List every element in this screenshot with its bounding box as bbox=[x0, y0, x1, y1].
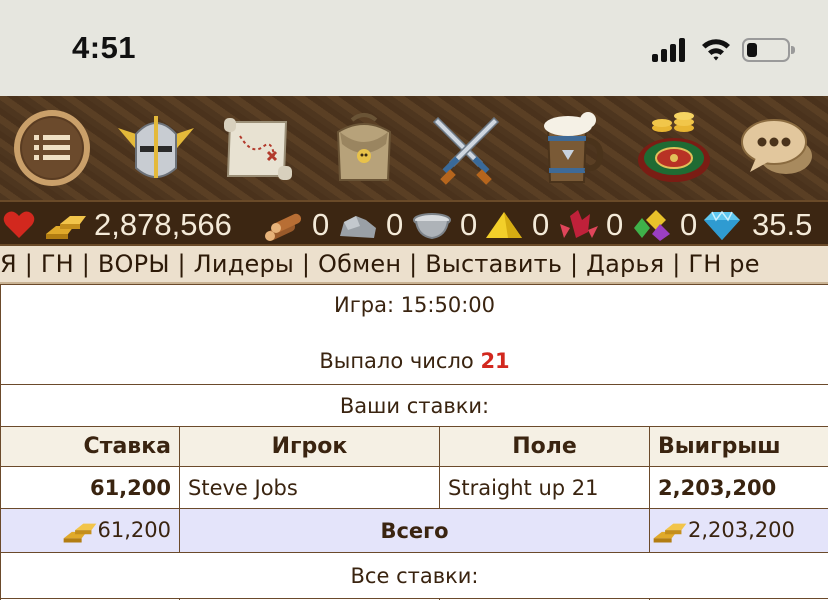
link-separator: | bbox=[401, 250, 426, 278]
game-nav-bar bbox=[0, 96, 828, 200]
treasure-map-icon[interactable] bbox=[216, 106, 300, 190]
wood-logs-icon bbox=[265, 213, 302, 241]
link-ya[interactable]: Я bbox=[0, 250, 17, 278]
total-row: 61,200 Всего 2,203,200 bbox=[0, 508, 828, 553]
resource-bar: 2,878,566 0 0 0 0 0 0 35.5 bbox=[0, 200, 828, 246]
header-win: Выигрыш bbox=[648, 426, 828, 467]
row-player[interactable]: Steve Jobs bbox=[179, 466, 440, 509]
your-bets-title: Ваши ставки: bbox=[0, 384, 828, 427]
table-header-row: Ставка Игрок Поле Выигрыш bbox=[0, 426, 828, 467]
menu-icon[interactable] bbox=[10, 106, 94, 190]
link-list-item[interactable]: Выставить bbox=[425, 250, 562, 278]
link-exchange[interactable]: Обмен bbox=[318, 250, 401, 278]
stone-icon bbox=[340, 216, 376, 238]
status-time: 4:51 bbox=[72, 30, 137, 65]
game-info-cell: Игра: 15:50:00 Выпало число 21 bbox=[0, 284, 828, 385]
gold-bars-icon bbox=[653, 523, 687, 542]
link-darya[interactable]: Дарья bbox=[586, 250, 664, 278]
total-bet-cell: 61,200 bbox=[0, 508, 180, 553]
game-info-row: Игра: 15:50:00 Выпало число 21 bbox=[0, 284, 828, 385]
battery-icon bbox=[742, 38, 795, 62]
link-thieves[interactable]: ВОРЫ bbox=[98, 250, 170, 278]
diamond-amount: 35.5 bbox=[752, 207, 813, 242]
your-bets-title-row: Ваши ставки: bbox=[0, 384, 828, 427]
total-bet: 61,200 bbox=[97, 517, 171, 542]
diamond-icon bbox=[704, 210, 740, 240]
header-player: Игрок bbox=[179, 426, 440, 467]
link-leaders[interactable]: Лидеры bbox=[194, 250, 294, 278]
roulette-icon[interactable] bbox=[632, 106, 716, 190]
backpack-icon[interactable] bbox=[322, 106, 406, 190]
table-row: 61,200 Steve Jobs Straight up 21 2,203,2… bbox=[0, 466, 828, 509]
chat-bubbles-icon[interactable] bbox=[736, 106, 820, 190]
row-win: 2,203,200 bbox=[648, 466, 828, 509]
links-bar: Я | ГН | ВОРЫ | Лидеры | Обмен | Выстави… bbox=[0, 246, 828, 284]
stone-amount: 0 bbox=[386, 207, 404, 242]
total-label: Всего bbox=[179, 508, 650, 553]
link-separator: | bbox=[664, 250, 689, 278]
crossed-swords-icon[interactable] bbox=[424, 106, 508, 190]
link-separator: | bbox=[16, 250, 41, 278]
metal-amount: 0 bbox=[460, 207, 478, 242]
link-separator: | bbox=[169, 250, 194, 278]
total-win-cell: 2,203,200 bbox=[648, 508, 828, 553]
links-row: Я | ГН | ВОРЫ | Лидеры | Обмен | Выстави… bbox=[0, 250, 760, 278]
drawn-number-label: Выпало число bbox=[319, 349, 474, 373]
link-gn[interactable]: ГН bbox=[41, 250, 74, 278]
gold-bars-icon bbox=[46, 216, 86, 239]
game-time: Игра: 15:50:00 bbox=[334, 293, 496, 317]
all-bets-title: Все ставки: bbox=[0, 552, 828, 599]
wood-amount: 0 bbox=[312, 207, 330, 242]
total-win: 2,203,200 bbox=[688, 517, 795, 542]
wifi-icon bbox=[702, 39, 730, 61]
heart-icon bbox=[3, 211, 35, 238]
gold-bars-icon bbox=[63, 523, 96, 542]
status-bar: 4:51 bbox=[0, 0, 828, 96]
row-field: Straight up 21 bbox=[439, 466, 650, 509]
sulfur-amount: 0 bbox=[532, 207, 550, 242]
tavern-mug-icon[interactable] bbox=[530, 106, 614, 190]
cellular-signal-icon bbox=[652, 38, 688, 62]
header-field: Поле bbox=[439, 426, 650, 467]
knight-helmet-icon[interactable] bbox=[114, 106, 198, 190]
all-bets-title-row: Все ставки: bbox=[0, 552, 828, 599]
roulette-results-table: Игра: 15:50:00 Выпало число 21 Ваши став… bbox=[0, 284, 828, 600]
gems-amount: 0 bbox=[680, 207, 698, 242]
sulfur-icon bbox=[486, 212, 522, 238]
row-bet: 61,200 bbox=[0, 466, 180, 509]
gems-icon bbox=[634, 210, 670, 241]
red-crystal-icon bbox=[560, 210, 598, 238]
link-separator: | bbox=[73, 250, 98, 278]
link-gn-re[interactable]: ГН ре bbox=[688, 250, 759, 278]
gold-amount: 2,878,566 bbox=[94, 207, 232, 242]
crystal-amount: 0 bbox=[606, 207, 624, 242]
link-separator: | bbox=[562, 250, 587, 278]
link-separator: | bbox=[294, 250, 318, 278]
metal-pot-icon bbox=[413, 213, 451, 240]
drawn-number: 21 bbox=[480, 349, 510, 373]
drawn-number-line: Выпало число 21 bbox=[9, 349, 820, 373]
header-bet: Ставка bbox=[0, 426, 180, 467]
